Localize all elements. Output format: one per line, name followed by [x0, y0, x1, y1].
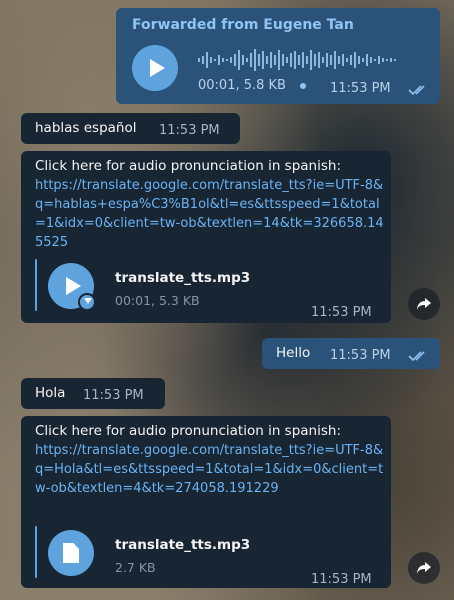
message-time: 11:53 PM [83, 388, 144, 403]
message-intro-text: Click here for audio pronunciation in sp… [35, 158, 341, 174]
audio-play-button[interactable] [48, 263, 96, 311]
file-icon [63, 543, 79, 563]
play-icon [66, 277, 81, 295]
share-button[interactable] [408, 288, 440, 320]
file-button[interactable] [48, 530, 94, 576]
message-text: Hello [276, 345, 311, 361]
message-bubble-tts-hablas[interactable]: Click here for audio pronunciation in sp… [21, 151, 391, 323]
double-check-icon [408, 351, 425, 362]
voice-duration-size: 00:01, 5.8 KB [198, 78, 286, 93]
message-bubble-tts-hola[interactable]: Click here for audio pronunciation in sp… [21, 416, 391, 588]
message-bubble-hablas[interactable]: hablas español 11:53 PM [21, 113, 240, 144]
message-time: 11:53 PM [311, 305, 372, 320]
message-bubble-hello[interactable]: Hello 11:53 PM [262, 338, 440, 369]
message-time: 11:53 PM [330, 81, 391, 96]
message-text: hablas español [35, 120, 137, 136]
forwarded-from-label[interactable]: Forwarded from Eugene Tan [132, 17, 354, 33]
message-text: Hola [35, 385, 66, 401]
link-preview-bar [35, 259, 37, 311]
download-icon[interactable] [78, 293, 96, 311]
double-check-icon [408, 85, 425, 96]
share-icon [417, 298, 431, 310]
voice-message-bubble[interactable]: Forwarded from Eugene Tan 00:01, 5.8 KB … [116, 8, 440, 104]
unplayed-dot [300, 83, 306, 89]
link-preview-bar [35, 526, 37, 578]
message-time: 11:53 PM [159, 123, 220, 138]
message-intro-text: Click here for audio pronunciation in sp… [35, 423, 341, 439]
message-time: 11:53 PM [330, 348, 391, 363]
file-name: translate_tts.mp3 [115, 537, 251, 553]
message-bubble-hola[interactable]: Hola 11:53 PM [21, 378, 165, 409]
tts-link[interactable]: https://translate.google.com/translate_t… [35, 176, 385, 252]
play-button[interactable] [132, 45, 178, 91]
waveform[interactable] [198, 46, 408, 74]
file-name: translate_tts.mp3 [115, 270, 251, 286]
play-icon [150, 59, 165, 77]
share-button[interactable] [408, 552, 440, 584]
file-meta: 2.7 KB [115, 560, 156, 575]
share-icon [417, 562, 431, 574]
message-time: 11:53 PM [311, 572, 372, 587]
file-meta: 00:01, 5.3 KB [115, 293, 200, 308]
tts-link[interactable]: https://translate.google.com/translate_t… [35, 441, 385, 498]
